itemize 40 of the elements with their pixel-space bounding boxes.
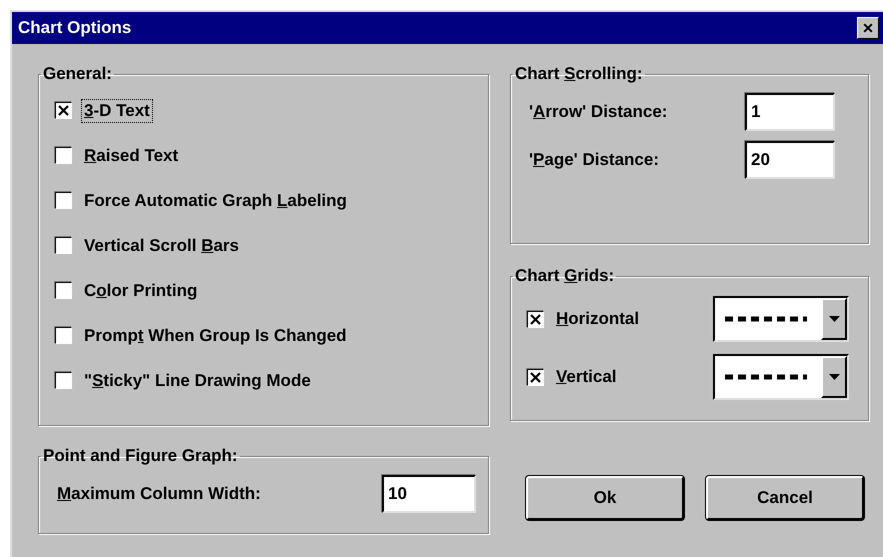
field-label: 'Arrow' Distance: [528, 101, 668, 123]
dashed-line-icon [725, 374, 807, 380]
line-style-dropdown[interactable] [713, 296, 849, 342]
ok-button[interactable]: Ok [526, 476, 684, 520]
field-label: Maximum Column Width: [56, 483, 262, 505]
group-title: Chart Scrolling: [514, 64, 644, 84]
checkbox[interactable] [55, 282, 72, 299]
group-title: Chart Grids: [514, 266, 616, 286]
checkbox[interactable] [55, 237, 72, 254]
input-field[interactable]: 10 [382, 475, 476, 513]
checkbox[interactable] [55, 102, 72, 119]
dropdown-button[interactable] [821, 356, 847, 398]
group-title: General: [42, 64, 113, 84]
checkbox-label[interactable]: 3-D Text [82, 100, 152, 122]
checkbox-label[interactable]: "Sticky" Line Drawing Mode [82, 370, 313, 392]
checkbox-label[interactable]: Prompt When Group Is Changed [82, 324, 349, 346]
caret-icon [828, 316, 840, 322]
checkbox-label[interactable]: Color Printing [82, 280, 200, 302]
checkbox[interactable] [55, 192, 72, 209]
caret-icon [828, 374, 840, 380]
dashed-line-icon [725, 316, 807, 322]
cancel-button[interactable]: Cancel [706, 476, 864, 520]
field-label: 'Page' Distance: [528, 149, 660, 171]
checkbox[interactable] [55, 327, 72, 344]
checkbox[interactable] [527, 310, 544, 328]
input-field[interactable]: 20 [745, 141, 835, 179]
dropdown-button[interactable] [821, 298, 847, 340]
checkbox-label[interactable]: Vertical [554, 366, 618, 388]
group-title: Point and Figure Graph: [42, 446, 239, 466]
line-style-dropdown[interactable] [713, 354, 849, 400]
checkbox-label[interactable]: Force Automatic Graph Labeling [82, 190, 349, 212]
checkbox[interactable] [527, 368, 544, 386]
checkbox[interactable] [55, 147, 72, 164]
checkbox[interactable] [55, 372, 72, 389]
window-title: Chart Options [18, 18, 132, 38]
close-button[interactable]: × [857, 17, 879, 39]
input-field[interactable]: 1 [745, 93, 835, 131]
checkbox-label[interactable]: Horizontal [554, 308, 642, 330]
checkbox-label[interactable]: Raised Text [82, 144, 180, 166]
checkbox-label[interactable]: Vertical Scroll Bars [82, 234, 241, 256]
